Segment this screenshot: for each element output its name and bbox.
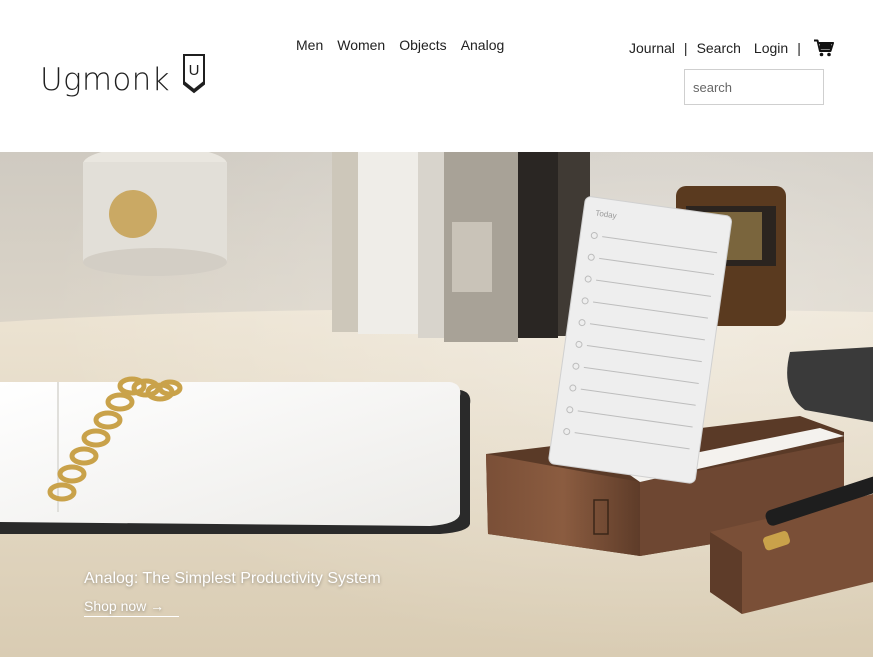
journal-link[interactable]: Journal xyxy=(629,40,675,56)
nav-objects[interactable]: Objects xyxy=(399,37,446,53)
brand[interactable]: Ugmonk U xyxy=(40,54,205,98)
login-link[interactable]: Login xyxy=(754,40,788,56)
hero-banner[interactable]: Today Analog: The Simplest Productivity … xyxy=(0,152,873,657)
hero-title: Analog: The Simplest Productivity System xyxy=(84,570,381,587)
nav-analog[interactable]: Analog xyxy=(461,37,505,53)
separator: | xyxy=(683,40,688,56)
main-nav: Men Women Objects Analog xyxy=(296,37,504,53)
search-link[interactable]: Search xyxy=(697,40,741,56)
search-input[interactable] xyxy=(684,69,824,105)
separator: | xyxy=(797,40,801,56)
shop-now-link[interactable]: Shop now → xyxy=(84,598,179,617)
brand-name: Ugmonk xyxy=(40,62,170,98)
utility-nav: Journal | Search Login | xyxy=(629,40,810,56)
nav-women[interactable]: Women xyxy=(337,37,385,53)
site-header: Ugmonk U Men Women Objects Analog Journa… xyxy=(0,0,873,152)
logo-letter: U xyxy=(189,62,200,79)
u-monogram-icon: U xyxy=(183,54,205,94)
cart-icon[interactable] xyxy=(814,39,834,57)
nav-men[interactable]: Men xyxy=(296,37,323,53)
